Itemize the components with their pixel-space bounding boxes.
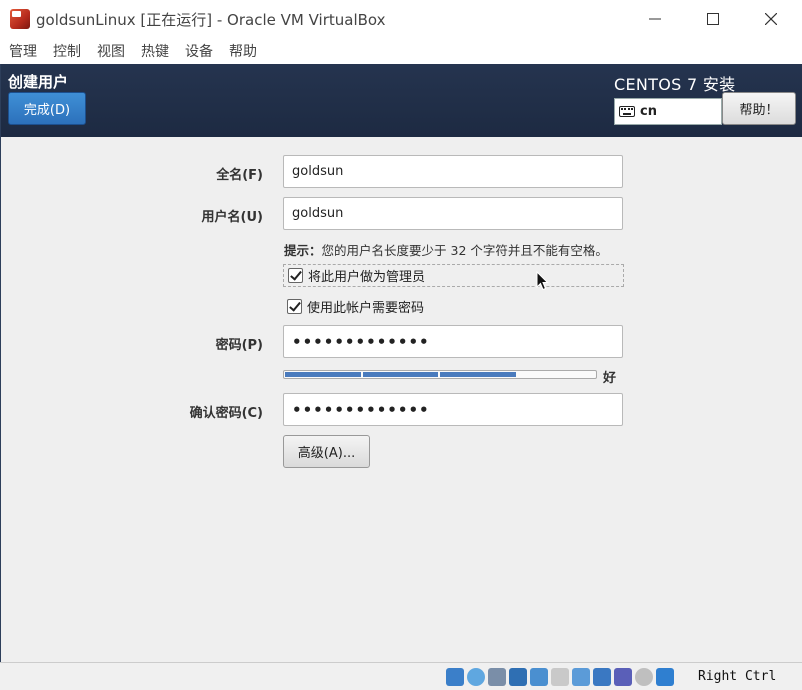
minimize-button[interactable] <box>626 0 684 38</box>
require-password-label: 使用此帐户需要密码 <box>307 301 425 316</box>
confirm-password-value: ••••••••••••• <box>292 400 430 419</box>
maximize-icon <box>707 13 719 25</box>
menu-bar: 管理 控制 视图 热键 设备 帮助 <box>0 38 802 64</box>
window-title: goldsunLinux [正在运行] - Oracle VM VirtualB… <box>36 11 386 29</box>
strength-segment <box>362 372 438 377</box>
password-field[interactable]: ••••••••••••• <box>283 325 623 358</box>
password-value: ••••••••••••• <box>292 332 430 351</box>
confirm-password-field[interactable]: ••••••••••••• <box>283 393 623 426</box>
strength-segment <box>440 372 516 377</box>
password-strength-text: 好 <box>603 371 617 386</box>
admin-checkbox-row[interactable]: 将此用户做为管理员 <box>283 264 624 287</box>
menu-manage[interactable]: 管理 <box>9 41 37 61</box>
menu-help[interactable]: 帮助 <box>229 41 257 61</box>
menu-hotkeys[interactable]: 热键 <box>141 41 169 61</box>
close-icon <box>765 13 777 25</box>
installer-header: 创建用户 完成(D) CENTOS 7 安装 cn 帮助！ <box>1 64 802 137</box>
page-title: 创建用户 <box>8 73 69 91</box>
optical-drive-icon[interactable] <box>467 668 485 686</box>
display-icon[interactable] <box>572 668 590 686</box>
require-password-checkbox[interactable] <box>287 299 302 314</box>
audio-icon[interactable] <box>488 668 506 686</box>
confirm-password-label: 确认密码(C) <box>189 406 263 421</box>
host-key-label: Right Ctrl <box>698 669 777 684</box>
network-icon[interactable] <box>509 668 527 686</box>
vm-status-bar: Right Ctrl <box>0 662 802 690</box>
menu-devices[interactable]: 设备 <box>185 41 213 61</box>
advanced-button[interactable]: 高级(A)... <box>283 435 370 468</box>
admin-checkbox[interactable] <box>288 268 303 283</box>
menu-control[interactable]: 控制 <box>53 41 81 61</box>
window-titlebar: goldsunLinux [正在运行] - Oracle VM VirtualB… <box>0 0 802 38</box>
require-password-checkbox-row[interactable]: 使用此帐户需要密码 <box>283 295 624 318</box>
help-button[interactable]: 帮助！ <box>722 92 796 125</box>
device-tray <box>446 667 677 687</box>
vt-x-icon[interactable] <box>614 668 632 686</box>
username-hint: 提示：您的用户名长度要少于 32 个字符并且不能有空格。 <box>284 240 608 259</box>
done-button[interactable]: 完成(D) <box>8 92 86 125</box>
username-label: 用户名(U) <box>201 210 263 225</box>
hard-disk-icon[interactable] <box>446 668 464 686</box>
menu-view[interactable]: 视图 <box>97 41 125 61</box>
mouse-cursor-icon <box>536 271 549 291</box>
keyboard-capture-icon[interactable] <box>656 668 674 686</box>
virtualbox-app-icon <box>10 9 30 29</box>
close-button[interactable] <box>742 0 800 38</box>
minimize-icon <box>649 18 661 20</box>
admin-checkbox-label: 将此用户做为管理员 <box>308 270 426 285</box>
strength-segment <box>517 372 593 377</box>
keyboard-layout-label: cn <box>640 104 657 119</box>
hint-prefix: 提示： <box>284 243 322 258</box>
strength-segment <box>285 372 361 377</box>
keyboard-icon <box>619 106 635 117</box>
maximize-button[interactable] <box>684 0 742 38</box>
usb-icon[interactable] <box>530 668 548 686</box>
video-capture-icon[interactable] <box>593 668 611 686</box>
fullname-label: 全名(F) <box>216 168 263 183</box>
password-strength-bar <box>283 370 597 379</box>
password-label: 密码(P) <box>215 338 263 353</box>
shared-folders-icon[interactable] <box>551 668 569 686</box>
mouse-integration-icon[interactable] <box>635 668 653 686</box>
product-title: CENTOS 7 安装 <box>614 75 736 94</box>
vm-screen[interactable]: 创建用户 完成(D) CENTOS 7 安装 cn 帮助！ 全名(F) gold… <box>0 64 802 662</box>
username-field[interactable]: goldsun <box>283 197 623 230</box>
hint-text: 您的用户名长度要少于 32 个字符并且不能有空格。 <box>321 243 608 258</box>
keyboard-layout-indicator[interactable]: cn <box>614 98 722 125</box>
fullname-field[interactable]: goldsun <box>283 155 623 188</box>
